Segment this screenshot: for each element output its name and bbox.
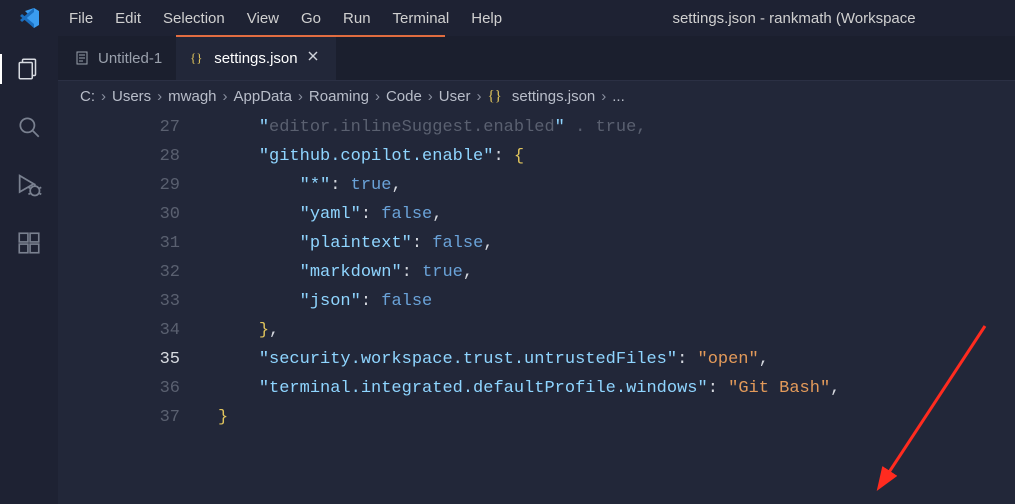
window-title: settings.json - rankmath (Workspace xyxy=(513,10,1015,27)
line-number: 31 xyxy=(58,229,218,258)
crumb[interactable]: settings.json xyxy=(512,88,595,105)
crumb[interactable]: AppData xyxy=(234,88,292,105)
code-line: }, xyxy=(218,316,279,345)
code-line: } xyxy=(218,403,228,432)
chevron-right-icon: › xyxy=(223,88,228,105)
code-line: "*": true, xyxy=(218,171,402,200)
crumb[interactable]: User xyxy=(439,88,471,105)
activity-bar xyxy=(0,36,58,504)
crumb[interactable]: Code xyxy=(386,88,422,105)
code-line: "markdown": true, xyxy=(218,258,473,287)
crumb[interactable]: mwagh xyxy=(168,88,216,105)
crumb[interactable]: Roaming xyxy=(309,88,369,105)
menu-run[interactable]: Run xyxy=(332,4,382,33)
line-number: 36 xyxy=(58,374,218,403)
code-line: "plaintext": false, xyxy=(218,229,493,258)
breadcrumb[interactable]: C: › Users › mwagh › AppData › Roaming › Code… xyxy=(58,81,1015,111)
code-line: "github.copilot.enable": { xyxy=(218,142,524,171)
crumb[interactable]: Users xyxy=(112,88,151,105)
tab-bar: Untitled-1 {} settings.json xyxy=(58,36,1015,80)
svg-text:{}: {} xyxy=(190,50,202,65)
code-editor[interactable]: 27 "editor.inlineSuggest.enabled" . true… xyxy=(58,111,1015,504)
tab-label: Untitled-1 xyxy=(98,50,162,67)
menu-selection[interactable]: Selection xyxy=(152,4,236,33)
menu-go[interactable]: Go xyxy=(290,4,332,33)
line-number: 33 xyxy=(58,287,218,316)
file-text-icon xyxy=(74,50,90,66)
editor-group: Untitled-1 {} settings.json C: › Users › m… xyxy=(58,36,1015,504)
tab-settings-json[interactable]: {} settings.json xyxy=(176,36,335,80)
tab-label: settings.json xyxy=(214,50,297,67)
menu-file[interactable]: File xyxy=(58,4,104,33)
chevron-right-icon: › xyxy=(157,88,162,105)
activity-run-debug[interactable] xyxy=(0,170,58,200)
activity-search[interactable] xyxy=(0,112,58,142)
chevron-right-icon: › xyxy=(601,88,606,105)
menu-bar: File Edit Selection View Go Run Terminal… xyxy=(58,4,513,33)
menu-help[interactable]: Help xyxy=(460,4,513,33)
json-icon: {} xyxy=(487,88,501,105)
line-number: 35 xyxy=(58,345,218,374)
menu-view[interactable]: View xyxy=(236,4,290,33)
code-line: "editor.inlineSuggest.enabled" . true, xyxy=(218,113,647,142)
line-number: 27 xyxy=(58,113,218,142)
title-bar: File Edit Selection View Go Run Terminal… xyxy=(0,0,1015,36)
activity-explorer[interactable] xyxy=(0,54,58,84)
line-number: 34 xyxy=(58,316,218,345)
chevron-right-icon: › xyxy=(101,88,106,105)
chevron-right-icon: › xyxy=(476,88,481,105)
crumb[interactable]: C: xyxy=(80,88,95,105)
code-line: "json": false xyxy=(218,287,432,316)
menu-terminal[interactable]: Terminal xyxy=(382,4,461,33)
code-line: "yaml": false, xyxy=(218,200,442,229)
code-line: "terminal.integrated.defaultProfile.wind… xyxy=(218,374,840,403)
close-icon[interactable] xyxy=(306,49,322,67)
line-number: 29 xyxy=(58,171,218,200)
chevron-right-icon: › xyxy=(375,88,380,105)
json-icon: {} xyxy=(190,50,206,66)
menu-edit[interactable]: Edit xyxy=(104,4,152,33)
vscode-logo xyxy=(0,6,58,30)
line-number: 37 xyxy=(58,403,218,432)
chevron-right-icon: › xyxy=(428,88,433,105)
tab-untitled[interactable]: Untitled-1 xyxy=(60,36,176,80)
code-line: "security.workspace.trust.untrustedFiles… xyxy=(218,345,769,374)
line-number: 32 xyxy=(58,258,218,287)
line-number: 28 xyxy=(58,142,218,171)
line-number: 30 xyxy=(58,200,218,229)
chevron-right-icon: › xyxy=(298,88,303,105)
activity-extensions[interactable] xyxy=(0,228,58,258)
crumb[interactable]: ... xyxy=(612,88,625,105)
